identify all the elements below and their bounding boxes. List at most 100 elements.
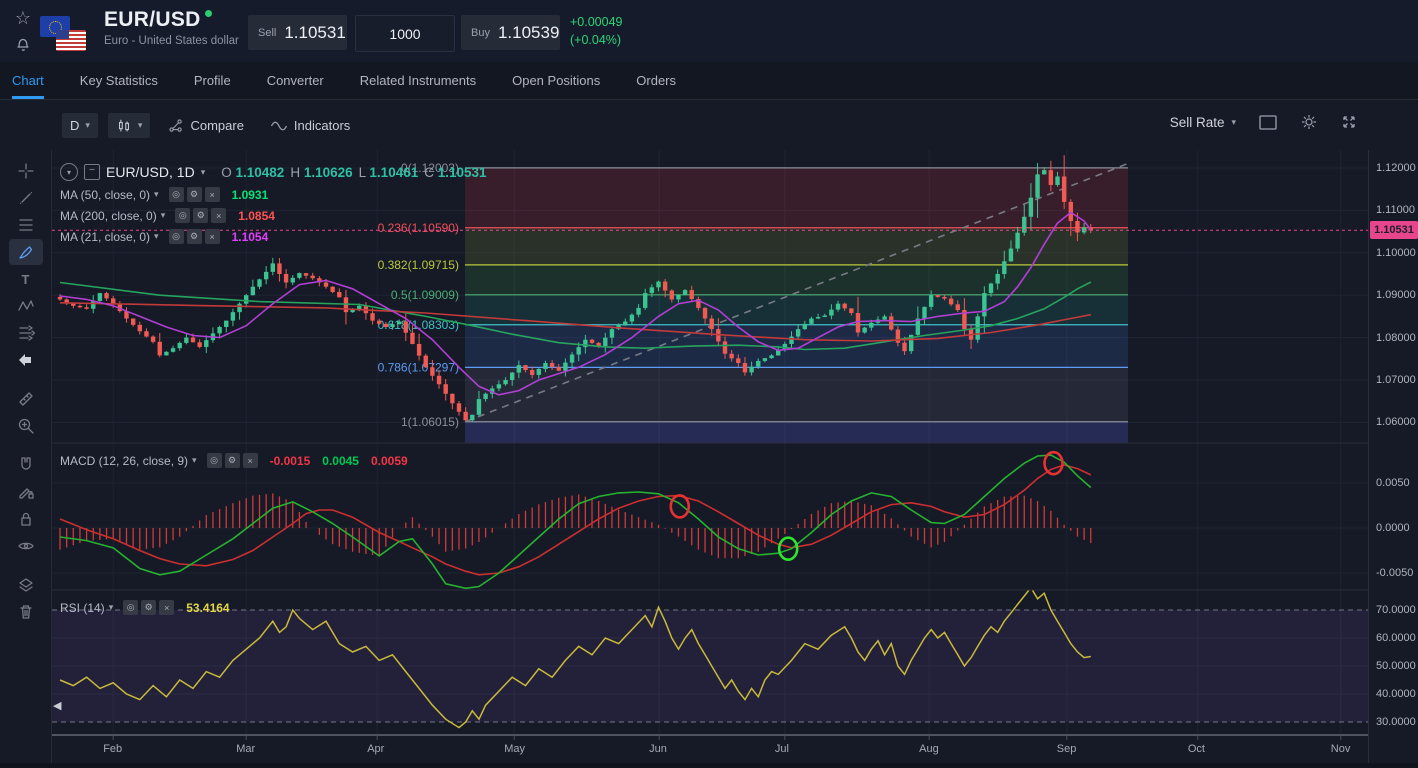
price-axis-tick[interactable]: 1.10000 bbox=[1376, 247, 1416, 259]
indicators-button[interactable]: Indicators bbox=[262, 118, 358, 133]
rsi-axis-tick[interactable]: 40.0000 bbox=[1376, 688, 1416, 700]
price-axis-tick[interactable]: 1.06000 bbox=[1376, 416, 1416, 428]
ma50-actions: ◎ ⚙ × bbox=[168, 187, 220, 202]
visibility-icon[interactable]: ◎ bbox=[168, 187, 184, 202]
fib-level-label: 0.5(1.09009) bbox=[391, 288, 459, 302]
ma200-label[interactable]: MA (200, close, 0) bbox=[60, 209, 157, 223]
settings-icon[interactable]: ⚙ bbox=[141, 600, 157, 615]
layers-icon[interactable] bbox=[9, 572, 43, 598]
tab-open-positions[interactable]: Open Positions bbox=[512, 62, 600, 99]
alert-bell-icon[interactable] bbox=[12, 32, 34, 56]
fib-lines-icon[interactable] bbox=[9, 212, 43, 238]
price-axis-tick[interactable]: 1.08000 bbox=[1376, 332, 1416, 344]
last-price-badge: 1.10531 bbox=[1370, 221, 1418, 240]
fullscreen-button[interactable] bbox=[1340, 113, 1358, 131]
tab-orders[interactable]: Orders bbox=[636, 62, 676, 99]
time-axis-label[interactable]: Sep bbox=[1057, 743, 1077, 755]
tab-related-instruments[interactable]: Related Instruments bbox=[360, 62, 476, 99]
remove-icon[interactable]: × bbox=[242, 453, 258, 468]
remove-icon[interactable]: × bbox=[159, 600, 175, 615]
pattern-icon[interactable] bbox=[9, 293, 43, 319]
ruler-icon[interactable] bbox=[9, 386, 43, 412]
eye-icon[interactable] bbox=[9, 533, 43, 559]
fullscreen-icon bbox=[1343, 116, 1355, 128]
legend-collapse-icon[interactable]: ▾ bbox=[60, 163, 78, 181]
time-axis-label[interactable]: Aug bbox=[919, 743, 939, 755]
macd-axis-tick[interactable]: 0.0050 bbox=[1376, 477, 1410, 489]
settings-button[interactable] bbox=[1300, 113, 1318, 131]
forecast-icon[interactable] bbox=[9, 320, 43, 346]
trend-line-icon[interactable] bbox=[9, 185, 43, 211]
price-axis-tick[interactable]: 1.09000 bbox=[1376, 289, 1416, 301]
time-axis-label[interactable]: Oct bbox=[1188, 743, 1205, 755]
macd-axis-tick[interactable]: 0.0000 bbox=[1376, 522, 1410, 534]
favorite-star-icon[interactable]: ☆ bbox=[12, 6, 34, 30]
time-axis-label[interactable]: Jun bbox=[649, 743, 667, 755]
scroll-left-icon[interactable]: ◀ bbox=[53, 699, 61, 712]
sell-button[interactable]: Sell 1.10531 bbox=[248, 15, 347, 50]
drawing-lock-icon[interactable] bbox=[9, 479, 43, 505]
tab-profile[interactable]: Profile bbox=[194, 62, 231, 99]
settings-icon[interactable]: ⚙ bbox=[186, 187, 202, 202]
time-axis-label[interactable]: Apr bbox=[367, 743, 384, 755]
time-axis-label[interactable]: Jul bbox=[775, 743, 789, 755]
text-icon[interactable]: T bbox=[9, 266, 43, 292]
arrow-left-icon[interactable] bbox=[9, 347, 43, 373]
magnet-icon[interactable] bbox=[9, 452, 43, 478]
settings-icon[interactable]: ⚙ bbox=[224, 453, 240, 468]
tab-converter[interactable]: Converter bbox=[267, 62, 324, 99]
macd-line-value: 0.0045 bbox=[322, 453, 359, 468]
rate-type-select[interactable]: Sell Rate ▾ bbox=[1170, 115, 1236, 130]
rsi-axis-tick[interactable]: 30.0000 bbox=[1376, 716, 1416, 728]
legend-symbol[interactable]: EUR/USD, 1D bbox=[106, 164, 195, 180]
visibility-icon[interactable]: ◎ bbox=[175, 208, 191, 223]
buy-label: Buy bbox=[471, 26, 490, 39]
settings-icon[interactable]: ⚙ bbox=[193, 208, 209, 223]
rsi-axis-tick[interactable]: 50.0000 bbox=[1376, 660, 1416, 672]
buy-price: 1.10539 bbox=[497, 22, 560, 42]
macd-axis-tick[interactable]: -0.0050 bbox=[1376, 567, 1413, 579]
legend-minimize-icon[interactable]: − bbox=[84, 164, 100, 180]
crosshair-icon[interactable] bbox=[9, 158, 43, 184]
trash-icon[interactable] bbox=[9, 599, 43, 625]
trading-app: ☆ EUR/USD Euro - United States dollar Se… bbox=[0, 0, 1418, 763]
price-axis-tick[interactable]: 1.07000 bbox=[1376, 374, 1416, 386]
macd-label[interactable]: MACD (12, 26, close, 9) bbox=[60, 454, 188, 468]
visibility-icon[interactable]: ◎ bbox=[123, 600, 139, 615]
zoom-in-icon[interactable] bbox=[9, 413, 43, 439]
rsi-axis-tick[interactable]: 60.0000 bbox=[1376, 632, 1416, 644]
visibility-icon[interactable]: ◎ bbox=[206, 453, 222, 468]
buy-button[interactable]: Buy 1.10539 bbox=[461, 15, 560, 50]
chevron-down-icon: ▾ bbox=[200, 166, 206, 177]
tab-key-statistics[interactable]: Key Statistics bbox=[80, 62, 158, 99]
remove-icon[interactable]: × bbox=[204, 187, 220, 202]
time-axis-label[interactable]: Mar bbox=[236, 743, 255, 755]
chart-style-select[interactable]: ▾ bbox=[107, 113, 151, 138]
visibility-icon[interactable]: ◎ bbox=[168, 229, 184, 244]
ma200-actions: ◎ ⚙ × bbox=[175, 208, 227, 223]
interval-select[interactable]: D ▾ bbox=[62, 113, 98, 138]
rsi-label[interactable]: RSI (14) bbox=[60, 601, 105, 615]
time-axis-label[interactable]: May bbox=[504, 743, 525, 755]
amount-input[interactable]: 1000 bbox=[355, 15, 455, 52]
ma21-label[interactable]: MA (21, close, 0) bbox=[60, 230, 150, 244]
lock-icon[interactable] bbox=[9, 506, 43, 532]
compare-button[interactable]: Compare bbox=[160, 118, 251, 134]
compare-icon bbox=[169, 118, 183, 132]
ma21-value: 1.1054 bbox=[231, 229, 269, 244]
remove-icon[interactable]: × bbox=[204, 229, 220, 244]
chevron-down-icon: ▾ bbox=[154, 231, 159, 241]
price-axis-tick[interactable]: 1.12000 bbox=[1376, 162, 1416, 174]
snapshot-button[interactable] bbox=[1258, 114, 1278, 131]
price-axis[interactable]: 1.12000 1.11000 1.10000 1.09000 1.08000 1.070… bbox=[1368, 150, 1418, 763]
rsi-axis-tick[interactable]: 70.0000 bbox=[1376, 604, 1416, 616]
ma50-label[interactable]: MA (50, close, 0) bbox=[60, 188, 150, 202]
time-axis-label[interactable]: Nov bbox=[1331, 743, 1351, 755]
tab-chart[interactable]: Chart bbox=[12, 62, 44, 99]
settings-icon[interactable]: ⚙ bbox=[186, 229, 202, 244]
chevron-down-icon: ▾ bbox=[108, 602, 114, 612]
time-axis-label[interactable]: Feb bbox=[103, 743, 122, 755]
remove-icon[interactable]: × bbox=[211, 208, 227, 223]
brush-icon[interactable] bbox=[8, 239, 43, 265]
price-axis-tick[interactable]: 1.11000 bbox=[1376, 204, 1415, 216]
